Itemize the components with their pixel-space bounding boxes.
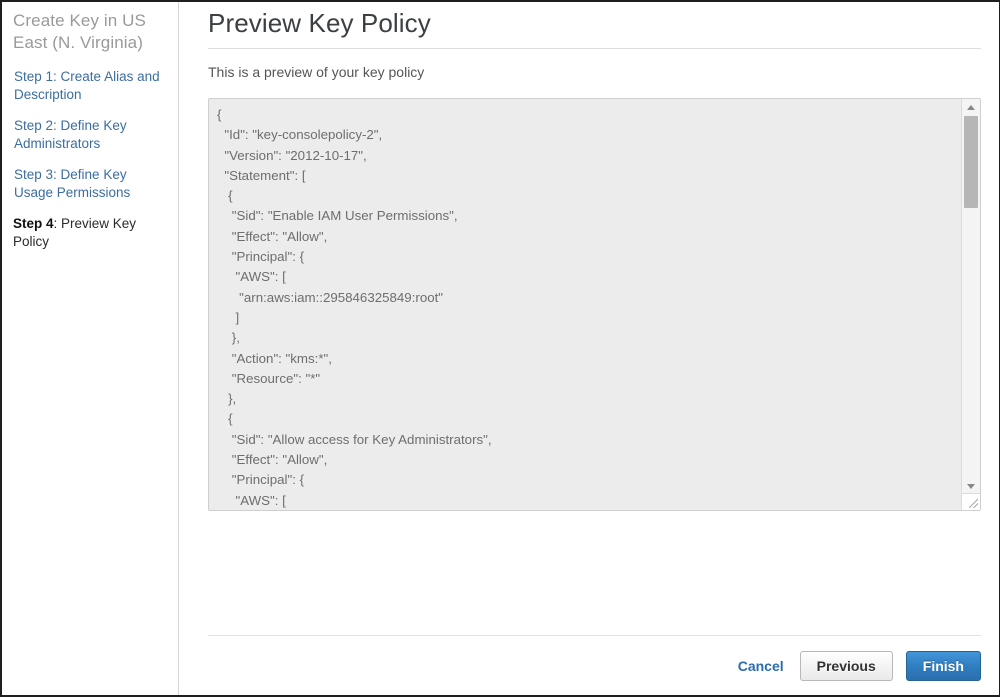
- page-title: Preview Key Policy: [208, 8, 431, 38]
- cancel-link[interactable]: Cancel: [738, 658, 784, 674]
- scroll-up-arrow-icon[interactable]: [962, 100, 980, 114]
- sidebar-step-1-separator: :: [53, 69, 61, 84]
- sidebar-step-2-number: Step 2: [14, 118, 54, 133]
- page-subtitle: This is a preview of your key policy: [208, 64, 425, 80]
- resize-grip-icon[interactable]: [961, 493, 980, 510]
- sidebar-step-3-separator: :: [53, 167, 61, 182]
- wizard-footer: Cancel Previous Finish: [208, 635, 981, 695]
- scrollbar-thumb[interactable]: [964, 116, 978, 208]
- finish-button[interactable]: Finish: [905, 650, 981, 681]
- sidebar-step-4-number: Step 4: [13, 216, 54, 231]
- sidebar-step-1-number: Step 1: [14, 69, 54, 84]
- policy-textarea-container[interactable]: { "Id": "key-consolepolicy-2", "Version"…: [208, 98, 981, 511]
- footer-actions: Cancel Previous Finish: [208, 636, 981, 695]
- wizard-title: Create Key in US East (N. Virginia): [13, 11, 146, 52]
- browser-page: Create Key in US East (N. Virginia) Step…: [0, 0, 1000, 697]
- sidebar-step-1[interactable]: Step 1: Create Alias and Description: [13, 68, 168, 104]
- policy-scrollbar[interactable]: [961, 99, 980, 510]
- sidebar-step-4: Step 4: Preview Key Policy: [13, 215, 168, 251]
- sidebar-step-3[interactable]: Step 3: Define Key Usage Permissions: [13, 166, 168, 202]
- sidebar-step-2-separator: :: [53, 118, 61, 133]
- policy-json-text[interactable]: { "Id": "key-consolepolicy-2", "Version"…: [209, 99, 960, 510]
- wizard-sidebar: Create Key in US East (N. Virginia) Step…: [2, 2, 179, 695]
- sidebar-step-3-number: Step 3: [14, 167, 54, 182]
- previous-button[interactable]: Previous: [799, 650, 893, 681]
- scroll-down-arrow-icon[interactable]: [962, 479, 980, 493]
- sidebar-step-4-separator: :: [53, 216, 62, 231]
- sidebar-step-2[interactable]: Step 2: Define Key Administrators: [13, 117, 168, 153]
- title-divider: [208, 48, 981, 49]
- main-content: Preview Key Policy This is a preview of …: [179, 2, 999, 695]
